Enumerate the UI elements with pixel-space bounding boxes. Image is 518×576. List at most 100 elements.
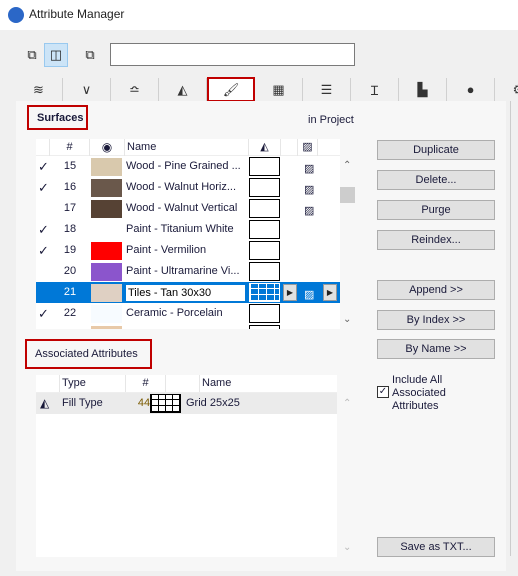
right-pane-view-button[interactable]: ⧉ (78, 43, 102, 67)
tab-composite[interactable]: ☰ (303, 78, 351, 101)
composite-icon: ☰ (320, 81, 333, 97)
append-button[interactable]: Append >> (377, 280, 495, 300)
include-all-checkbox[interactable]: ✓ (377, 386, 389, 398)
name-cell: Paint - Vermilion (126, 244, 207, 256)
table-row[interactable]: ✓ 15 Wood - Pine Grained ... ▨ (36, 156, 340, 177)
scroll-up-icon[interactable]: ⌃ (343, 398, 351, 409)
duplicate-button[interactable]: Duplicate (377, 140, 495, 160)
fill-preview (249, 304, 280, 323)
fill-preview (249, 241, 280, 260)
window-title: Attribute Manager (29, 7, 125, 21)
tab-line-type[interactable]: ≏ (111, 78, 159, 101)
color-swatch (91, 158, 122, 176)
color-swatch (91, 263, 122, 281)
fill-type-icon: ◭ (40, 396, 50, 410)
scrollbar-thumb[interactable] (340, 187, 355, 203)
check-icon[interactable]: ✓ (38, 324, 49, 329)
check-icon[interactable]: ✓ (38, 240, 49, 261)
col-number[interactable]: # (126, 375, 166, 392)
surfaces-heading: Surfaces (27, 105, 88, 130)
color-swatch (91, 179, 122, 197)
table-row[interactable]: 21 Tiles - Tan 30x30 ▶ ▨ ▶ (36, 282, 340, 303)
location-label: in Project (308, 114, 354, 126)
color-swatch (91, 305, 122, 323)
number-cell (50, 324, 90, 329)
dual-pane-view-button[interactable]: ◫ (44, 43, 68, 67)
reindex-button[interactable]: Reindex... (377, 230, 495, 250)
texture-dropdown-arrow-icon[interactable]: ▶ (323, 284, 337, 301)
tab-building-material[interactable]: ▦ (255, 78, 303, 101)
number-cell: 20 (63, 265, 77, 277)
tab-mep[interactable]: ⚙ (495, 78, 518, 101)
left-pane-view-icon: ⧉ (27, 47, 37, 62)
name-cell: Ceramic - Porcelain (126, 307, 223, 319)
check-icon[interactable]: ✓ (38, 177, 49, 198)
mep-icon: ⚙ (513, 82, 518, 98)
grid-fill-preview (150, 394, 181, 413)
col-number[interactable]: # (50, 139, 90, 156)
number-cell: 17 (63, 202, 77, 214)
name-cell: Grid 25x25 (186, 397, 240, 409)
col-name[interactable]: Name (200, 375, 337, 392)
tab-zone[interactable]: ▙ (399, 78, 447, 101)
table-row[interactable]: ✓ 18 Paint - Titanium White (36, 219, 340, 240)
save-as-txt-button[interactable]: Save as TXT... (377, 537, 495, 557)
table-row[interactable]: 17 Wood - Walnut Vertical ▨ (36, 198, 340, 219)
number-cell: 15 (63, 160, 77, 172)
scroll-down-icon[interactable]: ⌄ (343, 314, 351, 325)
tab-fill[interactable]: ◭ (159, 78, 207, 101)
table-row[interactable]: 20 Paint - Ultramarine Vi... (36, 261, 340, 282)
color-column-icon[interactable]: ◉ (90, 139, 125, 156)
fill-preview (249, 199, 280, 218)
col-name[interactable]: Name (125, 139, 249, 156)
tab-globe[interactable]: ● (447, 78, 495, 101)
name-cell: Paint - Titanium White (126, 223, 234, 235)
fill-preview (249, 262, 280, 281)
scroll-down-icon[interactable]: ⌄ (343, 542, 351, 553)
by-name-button[interactable]: By Name >> (377, 339, 495, 359)
fill-icon: ◭ (177, 81, 188, 97)
tab-surface-brush[interactable]: 🖌 (207, 77, 255, 102)
table-row[interactable]: ✓ 22 Ceramic - Porcelain (36, 303, 340, 324)
name-cell: Paint - Ultramarine Vi... (126, 265, 240, 277)
profile-icon: Ɪ (370, 82, 379, 98)
delete-button[interactable]: Delete... (377, 170, 495, 190)
number-cell: 21 (63, 286, 77, 298)
texture-column-icon[interactable]: ▨ (298, 139, 318, 156)
color-swatch (91, 200, 122, 218)
check-icon[interactable]: ✓ (38, 219, 49, 240)
left-pane-view-button[interactable]: ⧉ (20, 43, 44, 67)
tab-profile[interactable]: Ɪ (351, 78, 399, 101)
tab-pen[interactable]: ∨ (63, 78, 111, 101)
purge-button[interactable]: Purge (377, 200, 495, 220)
fill-preview (249, 325, 280, 329)
scroll-up-icon[interactable]: ⌃ (343, 160, 351, 171)
right-pane-view-icon: ⧉ (85, 47, 95, 62)
name-cell: Wood - Walnut Vertical (126, 202, 238, 214)
color-swatch (91, 242, 122, 260)
number-cell: 16 (63, 181, 77, 193)
surface-brush-icon: 🖌 (222, 81, 240, 97)
fill-preview[interactable] (249, 283, 280, 302)
table-row[interactable]: ✓ 16 Wood - Walnut Horiz... ▨ (36, 177, 340, 198)
table-row[interactable]: ✓ (36, 324, 340, 329)
name-edit-field[interactable]: Tiles - Tan 30x30 (125, 284, 246, 302)
search-input[interactable] (110, 43, 355, 66)
include-all-label[interactable]: Include All Associated Attributes (392, 374, 472, 413)
title-bar: Attribute Manager (0, 0, 518, 30)
name-cell: Wood - Walnut Horiz... (126, 181, 237, 193)
table-row[interactable]: ◭ Fill Type 44 Grid 25x25 (36, 393, 337, 414)
tab-layers[interactable]: ≋ (15, 78, 63, 101)
number-cell: 18 (63, 223, 77, 235)
col-type[interactable]: Type (60, 375, 126, 392)
by-index-button[interactable]: By Index >> (377, 310, 495, 330)
number-cell: 22 (63, 307, 77, 319)
fill-preview (249, 178, 280, 197)
fill-dropdown-arrow-icon[interactable]: ▶ (283, 284, 297, 301)
app-logo-icon (8, 7, 24, 23)
check-icon[interactable]: ✓ (38, 303, 49, 324)
fill-column-icon[interactable]: ◭ (249, 139, 281, 156)
number-cell: 19 (63, 244, 77, 256)
check-icon[interactable]: ✓ (38, 156, 49, 177)
table-row[interactable]: ✓ 19 Paint - Vermilion (36, 240, 340, 261)
